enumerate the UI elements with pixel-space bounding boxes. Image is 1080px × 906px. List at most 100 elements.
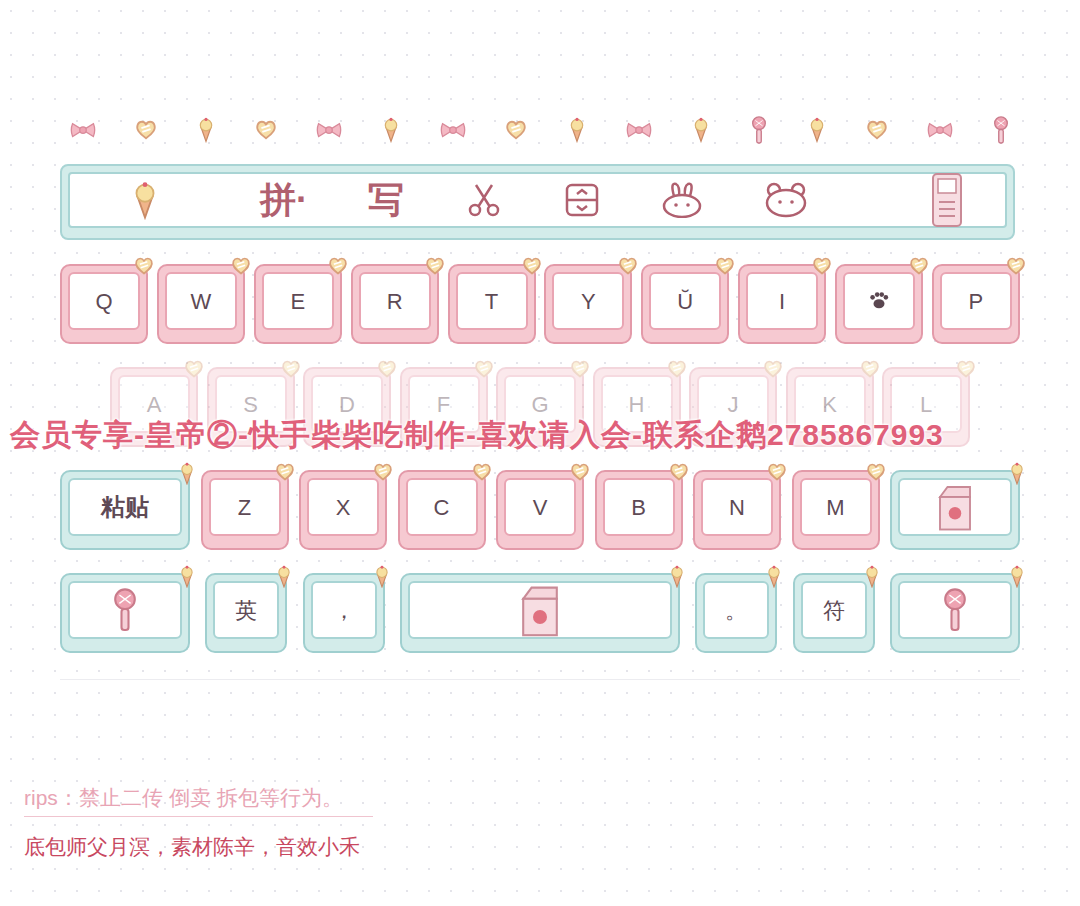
keyboard-key[interactable]: P — [932, 264, 1020, 344]
keyboard-key[interactable]: Q — [60, 264, 148, 344]
heart-icon — [763, 359, 783, 379]
key-label: Y — [581, 285, 596, 318]
keyboard-key[interactable]: Z — [201, 470, 289, 550]
keyboard-key[interactable]: ， — [303, 573, 385, 653]
key-label: H — [629, 388, 645, 421]
heart-icon — [281, 359, 301, 379]
key-label: V — [533, 491, 548, 524]
bow-icon — [70, 121, 96, 139]
keyboard-key[interactable]: V — [496, 470, 584, 550]
keyboard-key[interactable]: W — [157, 264, 245, 344]
keyboard-key[interactable]: 。 — [695, 573, 777, 653]
microphone-icon — [941, 588, 969, 633]
keyboard-key[interactable]: 英 — [205, 573, 287, 653]
key-label: D — [339, 388, 355, 421]
keyboard-toggle-icon[interactable] — [564, 182, 600, 218]
tips-text: rips：禁止二传 倒卖 拆包等行为。 — [24, 782, 373, 817]
heart-icon — [812, 256, 832, 276]
heart-icon — [618, 256, 638, 276]
milk-carton-icon — [930, 482, 980, 532]
ice-cream-icon — [178, 565, 196, 588]
key-label: J — [728, 388, 739, 421]
key-label: T — [485, 285, 498, 318]
keyboard-key[interactable]: Y — [544, 264, 632, 344]
keyboard-key[interactable] — [835, 264, 923, 344]
keyboard-key[interactable]: M — [792, 470, 880, 550]
heart-icon — [373, 462, 393, 482]
key-label: R — [387, 285, 403, 318]
frame-line — [60, 679, 1020, 680]
microphone-icon — [750, 116, 768, 145]
scissors-icon[interactable] — [464, 183, 504, 217]
key-label: Ŭ — [677, 285, 693, 318]
key-label: K — [822, 388, 837, 421]
heart-icon — [667, 359, 687, 379]
ice-cream-icon — [765, 565, 783, 588]
keyboard-key[interactable] — [890, 573, 1020, 653]
keyboard-key[interactable]: R — [351, 264, 439, 344]
heart-icon — [767, 462, 787, 482]
ice-cream-icon — [807, 117, 827, 143]
ice-cream-icon — [1008, 565, 1026, 588]
heart-icon — [1006, 256, 1026, 276]
heart-icon — [134, 256, 154, 276]
key-label: S — [243, 388, 258, 421]
key-label: P — [969, 285, 984, 318]
heart-icon — [328, 256, 348, 276]
bear-icon[interactable] — [764, 182, 808, 218]
bunny-icon[interactable] — [660, 182, 704, 218]
keyboard-key[interactable] — [890, 470, 1020, 550]
keyboard-key[interactable]: I — [738, 264, 826, 344]
heart-icon — [474, 359, 494, 379]
key-label: E — [290, 285, 305, 318]
keyboard-key[interactable] — [400, 573, 680, 653]
heart-icon — [505, 119, 527, 141]
keyboard-key[interactable]: 符 — [793, 573, 875, 653]
key-label: ， — [333, 594, 355, 627]
heart-icon — [231, 256, 251, 276]
toolbar-text[interactable]: 写 — [368, 173, 404, 227]
milk-carton-icon — [512, 582, 568, 638]
heart-icon — [425, 256, 445, 276]
ice-cream-icon — [1008, 462, 1026, 485]
credits-text: 底包师父月溟，素材陈辛，音效小禾 — [24, 831, 373, 863]
heart-icon — [377, 359, 397, 379]
heart-icon — [860, 359, 880, 379]
keyboard-key[interactable]: X — [299, 470, 387, 550]
key-label: B — [631, 491, 646, 524]
heart-icon — [866, 119, 888, 141]
key-label: M — [826, 491, 844, 524]
heart-icon — [135, 119, 157, 141]
key-label: W — [190, 285, 211, 318]
heart-icon — [275, 462, 295, 482]
keyboard-key[interactable]: 粘贴 — [60, 470, 190, 550]
keyboard-key[interactable]: C — [398, 470, 486, 550]
key-label: G — [531, 388, 548, 421]
keyboard-key[interactable]: N — [693, 470, 781, 550]
paw-icon — [868, 290, 890, 312]
key-label: L — [920, 388, 932, 421]
bow-icon — [440, 121, 466, 139]
key-label: I — [779, 285, 785, 318]
ice-cream-icon — [381, 117, 401, 143]
toolbar: 拼· 写 — [60, 164, 1015, 240]
key-label: F — [437, 388, 450, 421]
bow-icon — [316, 121, 342, 139]
keyboard-key[interactable]: E — [254, 264, 342, 344]
ice-cream-icon — [373, 565, 391, 588]
key-row: 粘贴 Z XC V B N M — [60, 470, 1020, 550]
heart-icon — [522, 256, 542, 276]
keyboard-key[interactable] — [60, 573, 190, 653]
toolbar-text[interactable]: 拼· — [260, 173, 308, 227]
keyboard-key[interactable]: Ŭ — [641, 264, 729, 344]
phone-icon[interactable] — [929, 172, 965, 228]
key-label: Q — [95, 285, 112, 318]
heart-icon — [570, 462, 590, 482]
keyboard-key[interactable]: T — [448, 264, 536, 344]
key-label: Z — [238, 491, 251, 524]
keyboard-key[interactable]: B — [595, 470, 683, 550]
heart-icon — [184, 359, 204, 379]
heart-icon — [909, 256, 929, 276]
heart-icon — [956, 359, 976, 379]
ice-cream-icon — [196, 117, 216, 143]
